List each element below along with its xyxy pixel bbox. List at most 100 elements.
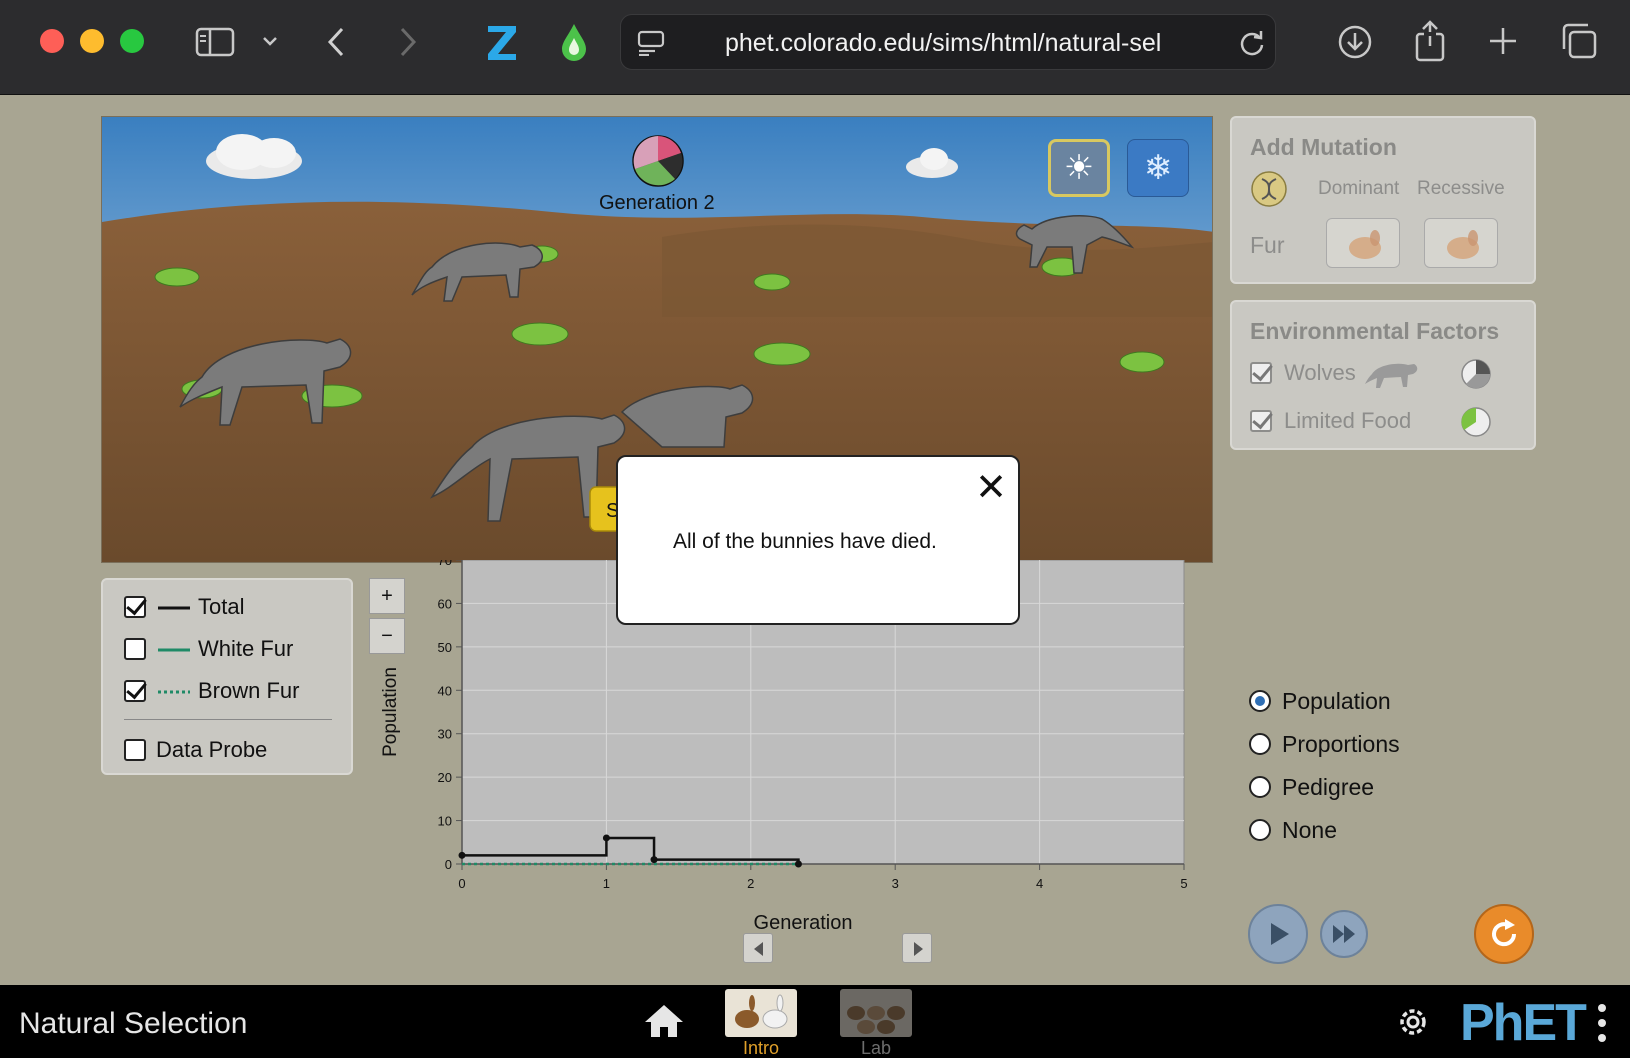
proportions-radio[interactable]: [1249, 733, 1271, 755]
population-radio[interactable]: [1249, 690, 1271, 712]
y-tick-label: 30: [438, 727, 452, 742]
fast-forward-button[interactable]: [1320, 910, 1368, 958]
y-tick-label: 50: [438, 640, 452, 655]
tab-intro-label: Intro: [742, 1038, 780, 1058]
snowflake-icon: ❄: [1143, 149, 1173, 187]
new-tab-icon[interactable]: [1488, 26, 1518, 56]
browser-toolbar: phet.colorado.edu/sims/html/natural-sel: [0, 0, 1630, 95]
y-tick-label: 60: [438, 596, 452, 611]
y-tick-label: 40: [438, 683, 452, 698]
brown-bunny-icon: [1349, 230, 1381, 259]
x-tick-label: 2: [747, 876, 754, 891]
x-tick-label: 1: [603, 876, 610, 891]
data-point: [458, 851, 466, 859]
total-checkbox[interactable]: [124, 596, 146, 618]
minimize-window-button[interactable]: [80, 29, 104, 53]
phet-logo[interactable]: PhET: [1460, 993, 1587, 1053]
brown-fur-checkbox[interactable]: [124, 680, 146, 702]
data-probe-checkbox[interactable]: [124, 739, 146, 761]
total-line-swatch: [158, 606, 190, 610]
data-point: [794, 860, 802, 868]
back-icon[interactable]: [326, 26, 346, 58]
sun-icon: ☀: [1063, 149, 1095, 187]
none-radio-label: None: [1282, 817, 1337, 843]
sidebar-icon[interactable]: [195, 27, 235, 57]
wolves-label: Wolves: [1284, 360, 1356, 385]
white-fur-line-swatch: [158, 648, 190, 652]
white-fur-checkbox[interactable]: [124, 638, 146, 660]
dialog-message: All of the bunnies have died.: [673, 530, 937, 553]
lab-bunnies-icon: [847, 1006, 905, 1034]
shrub: [1119, 351, 1165, 373]
add-mutation-title: Add Mutation: [1250, 134, 1397, 160]
generation-clock-icon: [632, 135, 684, 187]
reset-icon: [1492, 919, 1517, 947]
x-tick-label: 4: [1036, 876, 1043, 891]
recessive-label: Recessive: [1417, 178, 1505, 199]
address-bar[interactable]: phet.colorado.edu/sims/html/natural-sel: [620, 14, 1276, 70]
y-tick-label: 10: [438, 814, 452, 829]
data-point: [602, 834, 610, 842]
shrub: [753, 273, 791, 291]
limited-food-pie-icon: [1461, 407, 1491, 437]
total-label: Total: [198, 594, 245, 619]
data-point: [650, 856, 658, 864]
forward-icon[interactable]: [398, 26, 418, 58]
generation-label: Generation 2: [599, 192, 715, 214]
settings-gear-icon[interactable]: [1394, 1003, 1432, 1041]
arrow-right-icon: [914, 942, 923, 956]
arctic-environment-button[interactable]: ❄: [1127, 139, 1189, 197]
sim-title: Natural Selection: [19, 1007, 248, 1040]
tab-lab[interactable]: [840, 989, 912, 1037]
limited-food-checkbox[interactable]: [1250, 410, 1272, 432]
home-icon[interactable]: [643, 1003, 685, 1039]
population-radio-label: Population: [1282, 688, 1391, 714]
wolves-checkbox[interactable]: [1250, 362, 1272, 384]
drop-extension-icon[interactable]: [560, 22, 588, 62]
play-button[interactable]: [1248, 904, 1308, 964]
environmental-factors-title: Environmental Factors: [1250, 318, 1500, 344]
data-probe-label: Data Probe: [156, 737, 268, 762]
shrub: [511, 322, 569, 346]
more-options-icon[interactable]: [1596, 1003, 1608, 1043]
y-axis-label: Population: [380, 667, 401, 757]
page-menu-icon[interactable]: [637, 30, 665, 56]
shrub: [753, 342, 811, 366]
dialog-close-button[interactable]: ✕: [974, 469, 1008, 507]
chevron-down-icon[interactable]: [262, 35, 278, 47]
navigation-bar: Natural Selection Intro Lab PhET: [0, 985, 1630, 1058]
proportions-radio-label: Proportions: [1282, 731, 1400, 757]
share-icon[interactable]: [1414, 20, 1446, 62]
shrub: [154, 267, 200, 287]
url-text[interactable]: phet.colorado.edu/sims/html/natural-sel: [725, 29, 1223, 58]
x-tick-label: 5: [1180, 876, 1187, 891]
reset-all-button[interactable]: [1474, 904, 1534, 964]
brown-bunny-icon: [1447, 230, 1479, 259]
fur-label: Fur: [1250, 232, 1285, 258]
dna-mutation-icon: [1251, 171, 1287, 207]
z-extension-icon[interactable]: [486, 24, 518, 62]
tab-intro[interactable]: [725, 989, 797, 1037]
tab-lab-label: Lab: [860, 1038, 892, 1058]
close-window-button[interactable]: [40, 29, 64, 53]
fur-dominant-button[interactable]: [1326, 218, 1400, 268]
y-tick-label: 70: [438, 560, 452, 568]
brown-fur-label: Brown Fur: [198, 678, 300, 703]
previous-generation-button[interactable]: [743, 933, 773, 963]
none-radio[interactable]: [1249, 819, 1271, 841]
next-generation-button[interactable]: [902, 933, 932, 963]
graph-legend-panel: Total White Fur Brown Fur Data Probe: [101, 578, 353, 775]
downloads-icon[interactable]: [1337, 24, 1373, 60]
environmental-factors-panel: Environmental Factors Wolves Limited Foo…: [1230, 300, 1536, 450]
tab-overview-icon[interactable]: [1560, 22, 1598, 60]
limited-food-label: Limited Food: [1284, 408, 1412, 433]
pedigree-radio[interactable]: [1249, 776, 1271, 798]
equator-environment-button[interactable]: ☀: [1048, 139, 1110, 197]
maximize-window-button[interactable]: [120, 29, 144, 53]
pedigree-radio-label: Pedigree: [1282, 774, 1375, 800]
dominant-label: Dominant: [1318, 178, 1400, 199]
reload-icon[interactable]: [1239, 29, 1265, 57]
bunnies-died-dialog: ✕ All of the bunnies have died.: [616, 455, 1020, 625]
x-tick-label: 0: [458, 876, 465, 891]
fur-recessive-button[interactable]: [1424, 218, 1498, 268]
